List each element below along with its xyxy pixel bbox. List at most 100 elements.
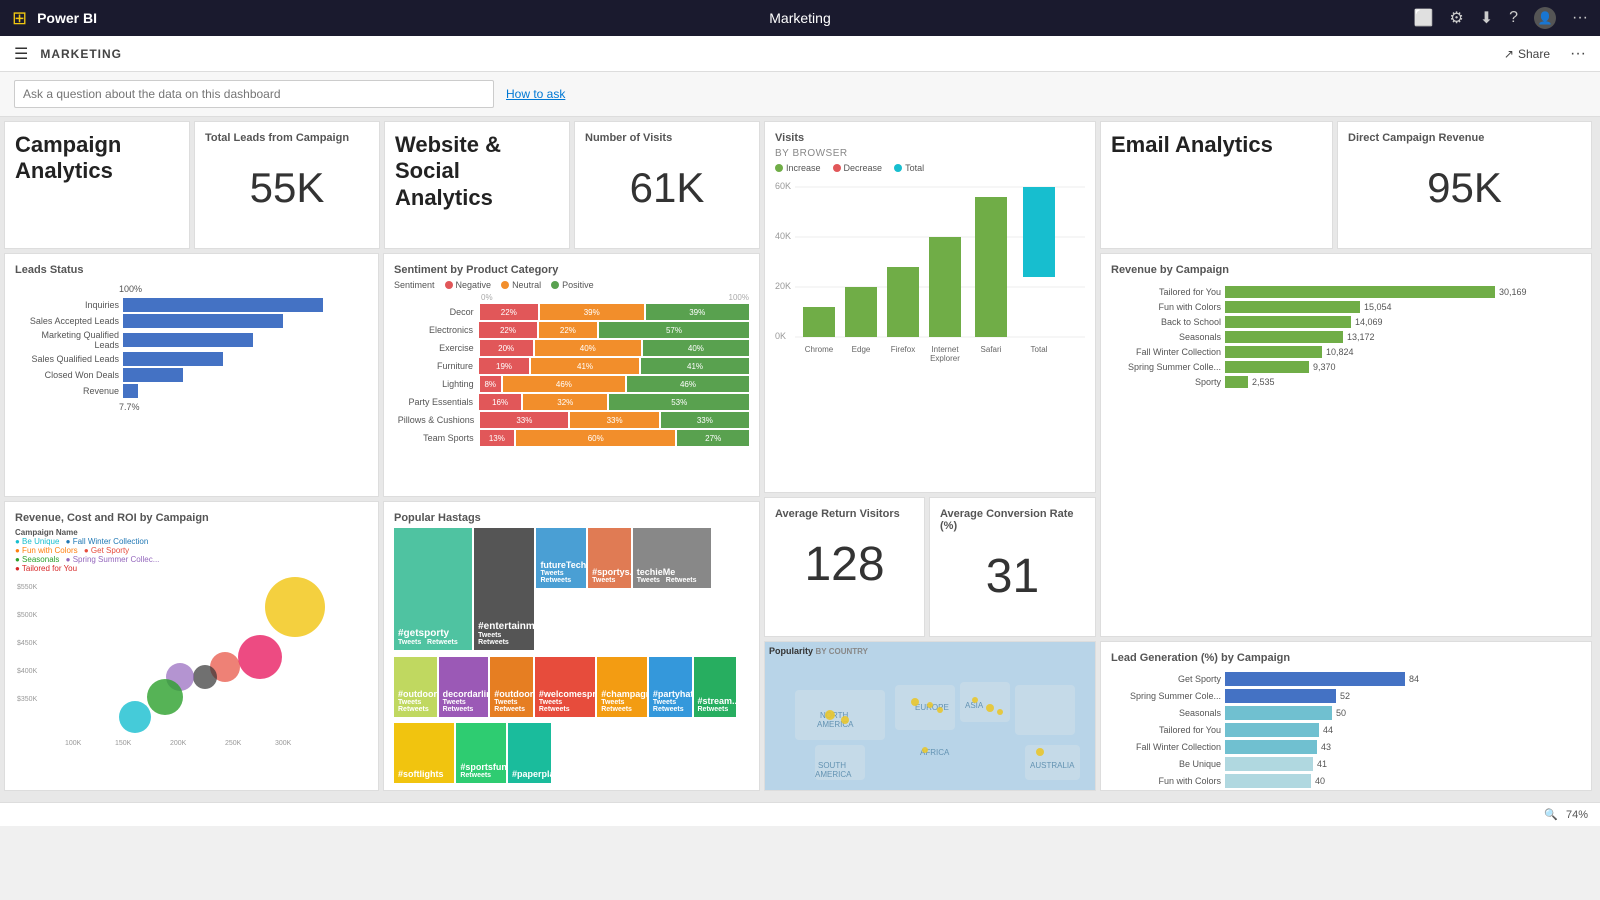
- share-button[interactable]: ↗ Share: [1504, 47, 1550, 61]
- hashtags-title: Popular Hastags: [394, 512, 749, 524]
- 100-pct-label: 100%: [119, 284, 368, 294]
- hashtag-entertainment[interactable]: #entertainment Tweets Retweets: [474, 528, 534, 650]
- sub-nav: ☰ MARKETING ↗ Share ···: [0, 36, 1600, 72]
- hashtag-decordarling[interactable]: decordarling Tweets Retweets: [439, 657, 489, 717]
- world-map: Popularity BY COUNTRY NORTH AMERICA EURO…: [764, 641, 1096, 791]
- increase-dot: [775, 164, 783, 172]
- sentiment-card: Sentiment by Product Category Sentiment …: [383, 253, 760, 497]
- roi-card: Revenue, Cost and ROI by Campaign Campai…: [4, 501, 379, 791]
- leads-bar-revenue: Revenue: [19, 384, 368, 398]
- hashtag-welcomespring[interactable]: #welcomespring Tweets Retweets: [535, 657, 595, 717]
- leadgen-bar-row: Seasonals 50: [1111, 706, 1581, 720]
- hashtag-getsporty[interactable]: #getsporty Tweets Retweets: [394, 528, 472, 650]
- sentiment-row: Decor 22% 39% 39%: [394, 304, 749, 320]
- how-to-ask-link[interactable]: How to ask: [506, 87, 565, 101]
- hashtag-paperplates[interactable]: #paperplates: [508, 723, 551, 783]
- direct-revenue-title: Direct Campaign Revenue: [1348, 132, 1581, 144]
- svg-text:Edge: Edge: [852, 345, 871, 354]
- roi-svg: $550K $500K $450K $400K $350K 100K 150K …: [15, 577, 375, 747]
- page-title: Marketing: [769, 10, 830, 26]
- monitor-icon[interactable]: ⬜: [1413, 8, 1433, 28]
- email-analytics-title: Email Analytics: [1111, 132, 1322, 158]
- revenue-campaign-title: Revenue by Campaign: [1111, 264, 1581, 276]
- sentiment-row: Furniture 19% 41% 41%: [394, 358, 749, 374]
- avg-return-value: 128: [775, 524, 914, 604]
- hashtag-sportys[interactable]: #sportys... Tweets: [588, 528, 631, 588]
- svg-text:Chrome: Chrome: [805, 345, 834, 354]
- hashtag-partyhats[interactable]: #partyhats Tweets Retweets: [649, 657, 692, 717]
- hashtag-outdoord[interactable]: #outdoord... Tweets Retweets: [490, 657, 533, 717]
- svg-text:Safari: Safari: [981, 345, 1002, 354]
- campaign-analytics-title: Campaign Analytics: [15, 132, 179, 185]
- svg-text:40K: 40K: [775, 231, 791, 241]
- leadgen-bar-row: Fun with Colors 40: [1111, 774, 1581, 788]
- app-name: Power BI: [37, 10, 97, 26]
- settings-icon[interactable]: ⚙: [1449, 8, 1463, 28]
- sentiment-row: Team Sports 13% 60% 27%: [394, 430, 749, 446]
- revenue-campaign-card: Revenue by Campaign Tailored for You 30,…: [1100, 253, 1592, 637]
- leadgen-bar-row: Fall Winter Collection 43: [1111, 740, 1581, 754]
- app-grid-icon[interactable]: ⊞: [12, 8, 27, 29]
- direct-revenue-value: 95K: [1348, 148, 1581, 228]
- visits-browser-title: Visits: [775, 132, 1085, 144]
- hashtag-sportsfun[interactable]: #sportsfun Retweets: [456, 723, 506, 783]
- user-avatar[interactable]: 👤: [1534, 7, 1556, 29]
- svg-text:150K: 150K: [115, 740, 132, 747]
- hashtag-stream[interactable]: #stream... Retweets: [694, 657, 737, 717]
- num-visits-card: Number of Visits 61K: [574, 121, 760, 249]
- leadgen-bar-row: Be Unique 41: [1111, 757, 1581, 771]
- sub-nav-more[interactable]: ···: [1570, 45, 1586, 63]
- revenue-bar-row: Back to School 14,069: [1111, 316, 1581, 328]
- hashtag-futuretech[interactable]: futureTech Tweets Retweets: [536, 528, 586, 588]
- dashboard: Campaign Analytics Total Leads from Camp…: [0, 117, 1600, 802]
- leads-chart: 100% Inquiries Sales Accepted Leads Mark…: [15, 284, 368, 412]
- revenue-bar-row: Tailored for You 30,169: [1111, 286, 1581, 298]
- download-icon[interactable]: ⬇: [1480, 8, 1493, 28]
- svg-text:$450K: $450K: [17, 640, 38, 647]
- qa-input[interactable]: [14, 80, 494, 108]
- share-icon: ↗: [1504, 47, 1514, 61]
- lead-gen-card: Lead Generation (%) by Campaign Get Spor…: [1100, 641, 1592, 791]
- svg-text:AMERICA: AMERICA: [815, 770, 852, 779]
- lead-gen-bars-container: Get Sporty 84 Spring Summer Cole... 52 S…: [1111, 672, 1581, 788]
- hashtag-techiee[interactable]: techieMe Tweets Retweets: [633, 528, 711, 588]
- status-bar: 🔍 74%: [0, 802, 1600, 826]
- svg-text:$500K: $500K: [17, 612, 38, 619]
- avg-return-card: Average Return Visitors 128: [764, 497, 925, 637]
- sentiment-row: Party Essentials 16% 32% 53%: [394, 394, 749, 410]
- revenue-bar-row: Seasonals 13,172: [1111, 331, 1581, 343]
- total-leads-title: Total Leads from Campaign: [205, 132, 369, 144]
- decrease-dot: [833, 164, 841, 172]
- lead-gen-title: Lead Generation (%) by Campaign: [1111, 652, 1581, 664]
- zoom-level: 74%: [1566, 809, 1588, 821]
- hashtags-card: Popular Hastags #getsporty Tweets Retwee…: [383, 501, 760, 791]
- zoom-icon: 🔍: [1544, 808, 1558, 821]
- hashtag-softlights[interactable]: #softlights: [394, 723, 454, 783]
- avg-conversion-value: 31: [940, 536, 1085, 616]
- campaign-analytics-card: Campaign Analytics: [4, 121, 190, 249]
- svg-text:Internet: Internet: [931, 345, 959, 354]
- leads-bar-sql: Sales Qualified Leads: [19, 352, 368, 366]
- hashtag-outdoor[interactable]: #outdoor Tweets Retweets: [394, 657, 437, 717]
- roi-chart: Campaign Name ● Be Unique ● Fall Winter …: [15, 528, 368, 768]
- hamburger-icon[interactable]: ☰: [14, 44, 28, 64]
- leads-bar-sales-accepted: Sales Accepted Leads: [19, 314, 368, 328]
- revenue-bar-row: Fall Winter Collection 10,824: [1111, 346, 1581, 358]
- svg-text:$550K: $550K: [17, 584, 38, 591]
- svg-text:$400K: $400K: [17, 668, 38, 675]
- visits-legend: Increase Decrease Total: [775, 163, 1085, 173]
- svg-text:$350K: $350K: [17, 696, 38, 703]
- roi-title: Revenue, Cost and ROI by Campaign: [15, 512, 368, 524]
- num-visits-value: 61K: [585, 148, 749, 228]
- more-icon[interactable]: ···: [1572, 9, 1588, 27]
- avg-conversion-title: Average Conversion Rate (%): [940, 508, 1085, 532]
- sentiment-row: Lighting 8% 46% 46%: [394, 376, 749, 392]
- help-icon[interactable]: ?: [1509, 9, 1518, 27]
- sentiment-row: Pillows & Cushions 33% 33% 33%: [394, 412, 749, 428]
- hashtag-champagneglass[interactable]: #champagneglass Tweets Retweets: [597, 657, 647, 717]
- svg-text:100K: 100K: [65, 740, 82, 747]
- avg-conversion-card: Average Conversion Rate (%) 31: [929, 497, 1096, 637]
- svg-text:AUSTRALIA: AUSTRALIA: [1030, 761, 1075, 770]
- leads-status-card: Leads Status 100% Inquiries Sales Accept…: [4, 253, 379, 497]
- revenue-bar-row: Fun with Colors 15,054: [1111, 301, 1581, 313]
